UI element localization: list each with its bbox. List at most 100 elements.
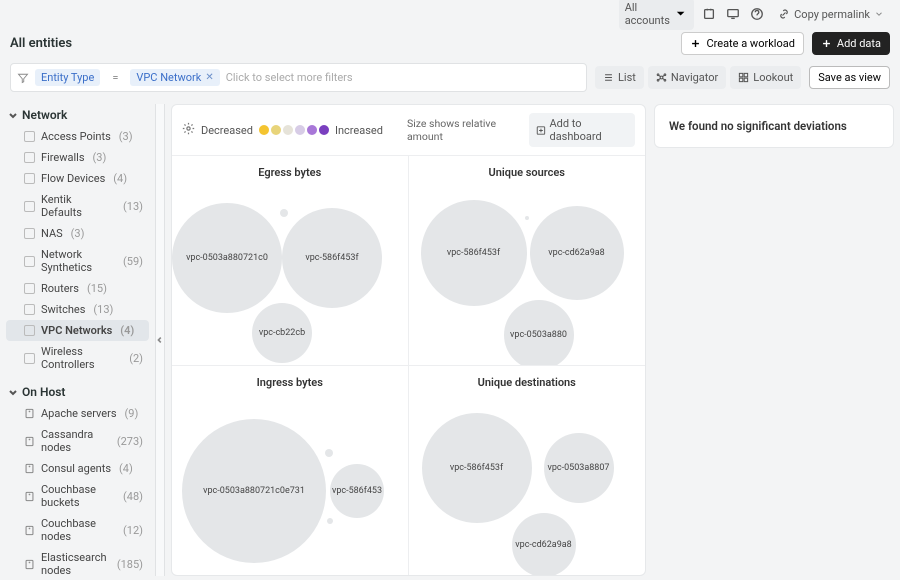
chart-cell: Unique destinations vpc-586f453fvpc-0503a… [409, 365, 646, 575]
checkbox-icon [24, 283, 35, 294]
checkbox-icon [24, 131, 35, 142]
copy-permalink-label: Copy permalink [794, 8, 870, 21]
sidebar-group-on-host[interactable]: On Host [6, 381, 149, 403]
chart-title: Egress bytes [172, 156, 408, 183]
sidebar: NetworkAccess Points (3)Firewalls (3)Flo… [0, 100, 155, 580]
sidebar-item-couchbase-nodes[interactable]: Couchbase nodes (12) [6, 513, 149, 547]
host-icon [24, 491, 35, 502]
help-icon[interactable] [748, 5, 766, 23]
plus-square-icon [536, 125, 546, 136]
add-to-dashboard-button[interactable]: Add to dashboard [529, 113, 635, 147]
account-selector[interactable]: All accounts [619, 0, 694, 30]
link-icon [778, 8, 790, 20]
filter-placeholder: Click to select more filters [226, 71, 353, 84]
sidebar-item-access-points[interactable]: Access Points (3) [6, 126, 149, 147]
navigator-icon [656, 72, 667, 83]
chart-cell: Egress bytes vpc-0503a880721c0vpc-586f453… [172, 155, 409, 365]
deviations-message: We found no significant deviations [669, 119, 847, 133]
host-icon [24, 559, 35, 570]
bubble[interactable]: vpc-0503a880721c0e731 [182, 419, 326, 563]
copy-permalink-button[interactable]: Copy permalink [772, 5, 890, 24]
checkbox-icon [24, 353, 35, 364]
sidebar-item-nas[interactable]: NAS (3) [6, 223, 149, 244]
add-data-label: Add data [837, 37, 881, 50]
bubble[interactable]: vpc-0503a880721c0 [172, 203, 282, 313]
sidebar-item-elasticsearch-nodes[interactable]: Elasticsearch nodes (185) [6, 547, 149, 580]
chevron-down-icon [8, 110, 18, 120]
sidebar-item-switches[interactable]: Switches (13) [6, 299, 149, 320]
host-icon [24, 436, 35, 447]
deviations-card: We found no significant deviations [654, 104, 894, 148]
plus-icon [690, 38, 701, 49]
view-lookout-button[interactable]: Lookout [730, 66, 801, 89]
add-data-button[interactable]: Add data [812, 32, 890, 55]
checkbox-icon [24, 201, 35, 212]
filter-chip-eq: = [106, 69, 124, 86]
lookout-icon [738, 72, 749, 83]
gear-icon[interactable] [182, 122, 195, 138]
sidebar-item-network-synthetics[interactable]: Network Synthetics (59) [6, 244, 149, 278]
chart-title: Unique sources [409, 156, 646, 183]
chevron-down-icon [8, 387, 18, 397]
sidebar-item-apache-servers[interactable]: Apache servers (9) [6, 403, 149, 424]
sidebar-item-cassandra-nodes[interactable]: Cassandra nodes (273) [6, 424, 149, 458]
chevron-down-icon [673, 6, 688, 21]
bubble[interactable]: vpc-586f453 [330, 464, 384, 518]
bubble[interactable]: vpc-586f453f [282, 208, 382, 308]
sidebar-item-couchbase-buckets[interactable]: Couchbase buckets (48) [6, 479, 149, 513]
page-title: All entities [10, 36, 72, 51]
bubble[interactable]: vpc-cb22cb [252, 303, 312, 363]
bubble[interactable] [327, 518, 333, 524]
sidebar-item-consul-agents[interactable]: Consul agents (4) [6, 458, 149, 479]
sidebar-item-vpc-networks[interactable]: VPC Networks (4) [6, 320, 149, 341]
bubble[interactable]: vpc-0503a8807 [544, 433, 614, 503]
host-icon [24, 525, 35, 536]
legend-dots [259, 125, 329, 135]
sidebar-group-network[interactable]: Network [6, 104, 149, 126]
legend-increased: Increased [335, 124, 383, 137]
bubble[interactable] [280, 209, 288, 217]
bubble[interactable] [325, 449, 333, 457]
view-navigator-button[interactable]: Navigator [648, 66, 726, 89]
chart-cell: Unique sources vpc-586f453fvpc-cd62a9a8vp… [409, 155, 646, 365]
create-workload-button[interactable]: Create a workload [681, 32, 803, 55]
account-selector-label: All accounts [625, 1, 670, 27]
tv-icon[interactable] [724, 5, 742, 23]
checkbox-icon [24, 325, 35, 336]
chevron-down-icon [874, 9, 884, 19]
sidebar-item-firewalls[interactable]: Firewalls (3) [6, 147, 149, 168]
chart-cell: Ingress bytes vpc-0503a880721c0e731vpc-58… [172, 365, 409, 575]
checkbox-icon [24, 228, 35, 239]
bubble[interactable]: vpc-586f453f [422, 413, 532, 523]
checkbox-icon [24, 173, 35, 184]
filter-chip-value[interactable]: VPC Network ✕ [130, 69, 219, 86]
bubble[interactable]: vpc-586f453f [421, 200, 527, 306]
checkbox-icon [24, 304, 35, 315]
sidebar-item-wireless-controllers[interactable]: Wireless Controllers (2) [6, 341, 149, 375]
filter-chip-key[interactable]: Entity Type [35, 69, 100, 86]
checkbox-icon [24, 256, 35, 267]
save-view-button[interactable]: Save as view [809, 66, 890, 89]
sidebar-item-kentik-defaults[interactable]: Kentik Defaults (13) [6, 189, 149, 223]
share-icon[interactable] [700, 5, 718, 23]
sidebar-item-routers[interactable]: Routers (15) [6, 278, 149, 299]
bubble[interactable]: vpc-cd62a9a8 [530, 206, 624, 300]
create-workload-label: Create a workload [706, 37, 794, 50]
bubble[interactable]: vpc-0503a880 [504, 300, 574, 365]
chart-card: Decreased Increased Size shows relative … [171, 104, 646, 576]
host-icon [24, 408, 35, 419]
chart-title: Unique destinations [409, 366, 646, 393]
view-list-button[interactable]: List [595, 66, 644, 89]
bubble[interactable] [525, 216, 529, 220]
sidebar-item-flow-devices[interactable]: Flow Devices (4) [6, 168, 149, 189]
filter-icon [17, 72, 29, 84]
chart-title: Ingress bytes [172, 366, 408, 393]
list-icon [603, 72, 614, 83]
bubble[interactable]: vpc-cd62a9a8 [512, 513, 576, 575]
host-icon [24, 463, 35, 474]
size-note: Size shows relative amount [407, 117, 523, 143]
plus-icon [821, 38, 832, 49]
remove-filter-icon[interactable]: ✕ [205, 72, 213, 83]
filter-bar[interactable]: Entity Type = VPC Network ✕ Click to sel… [10, 63, 587, 92]
sidebar-collapse-handle[interactable] [155, 104, 165, 576]
